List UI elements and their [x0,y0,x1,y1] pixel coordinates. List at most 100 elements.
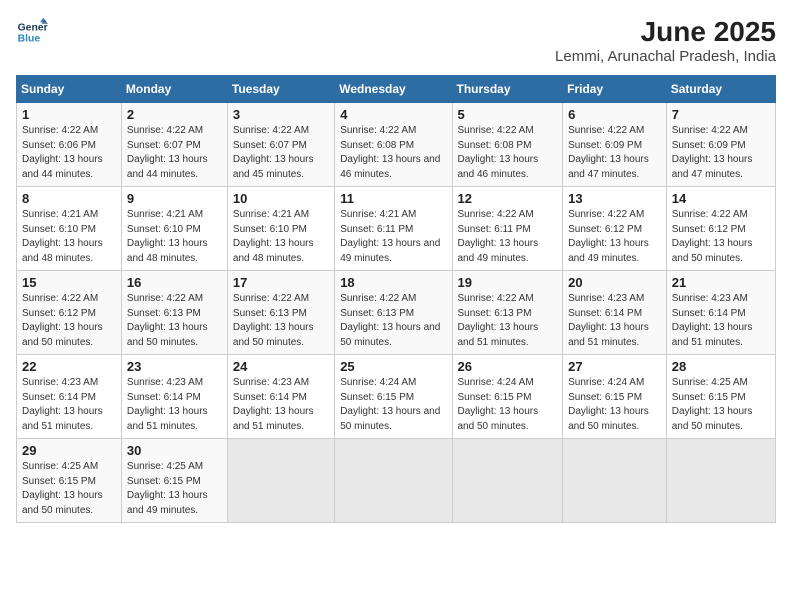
table-row: 18 Sunrise: 4:22 AMSunset: 6:13 PMDaylig… [335,271,452,355]
day-info: Sunrise: 4:22 AMSunset: 6:08 PMDaylight:… [458,125,539,180]
col-saturday: Saturday [666,76,775,103]
day-info: Sunrise: 4:22 AMSunset: 6:13 PMDaylight:… [233,293,314,348]
table-row [335,439,452,523]
day-number: 8 [22,191,116,206]
table-row: 3 Sunrise: 4:22 AMSunset: 6:07 PMDayligh… [227,103,334,187]
day-info: Sunrise: 4:22 AMSunset: 6:13 PMDaylight:… [458,293,539,348]
day-number: 1 [22,107,116,122]
table-row: 6 Sunrise: 4:22 AMSunset: 6:09 PMDayligh… [563,103,667,187]
day-info: Sunrise: 4:22 AMSunset: 6:13 PMDaylight:… [127,293,208,348]
title-area: June 2025 Lemmi, Arunachal Pradesh, Indi… [555,16,776,65]
col-monday: Monday [121,76,227,103]
table-row: 26 Sunrise: 4:24 AMSunset: 6:15 PMDaylig… [452,355,563,439]
day-number: 6 [568,107,661,122]
day-number: 12 [458,191,558,206]
day-number: 22 [22,359,116,374]
page-title: June 2025 [555,16,776,48]
table-row: 22 Sunrise: 4:23 AMSunset: 6:14 PMDaylig… [17,355,122,439]
calendar-week-row: 8 Sunrise: 4:21 AMSunset: 6:10 PMDayligh… [17,187,776,271]
page-header: General Blue June 2025 Lemmi, Arunachal … [16,16,776,65]
svg-text:General: General [18,22,48,33]
day-info: Sunrise: 4:25 AMSunset: 6:15 PMDaylight:… [672,377,753,432]
col-friday: Friday [563,76,667,103]
day-info: Sunrise: 4:25 AMSunset: 6:15 PMDaylight:… [127,461,208,516]
day-number: 19 [458,275,558,290]
day-info: Sunrise: 4:24 AMSunset: 6:15 PMDaylight:… [458,377,539,432]
table-row: 24 Sunrise: 4:23 AMSunset: 6:14 PMDaylig… [227,355,334,439]
day-info: Sunrise: 4:21 AMSunset: 6:10 PMDaylight:… [22,209,103,264]
table-row: 10 Sunrise: 4:21 AMSunset: 6:10 PMDaylig… [227,187,334,271]
day-number: 17 [233,275,329,290]
svg-text:Blue: Blue [18,34,41,45]
day-info: Sunrise: 4:21 AMSunset: 6:10 PMDaylight:… [233,209,314,264]
day-info: Sunrise: 4:24 AMSunset: 6:15 PMDaylight:… [568,377,649,432]
day-info: Sunrise: 4:24 AMSunset: 6:15 PMDaylight:… [340,377,440,432]
day-info: Sunrise: 4:23 AMSunset: 6:14 PMDaylight:… [127,377,208,432]
table-row: 19 Sunrise: 4:22 AMSunset: 6:13 PMDaylig… [452,271,563,355]
calendar-week-row: 15 Sunrise: 4:22 AMSunset: 6:12 PMDaylig… [17,271,776,355]
day-info: Sunrise: 4:23 AMSunset: 6:14 PMDaylight:… [22,377,103,432]
table-row [227,439,334,523]
day-number: 15 [22,275,116,290]
calendar-week-row: 22 Sunrise: 4:23 AMSunset: 6:14 PMDaylig… [17,355,776,439]
day-number: 2 [127,107,222,122]
day-info: Sunrise: 4:23 AMSunset: 6:14 PMDaylight:… [568,293,649,348]
day-info: Sunrise: 4:22 AMSunset: 6:12 PMDaylight:… [672,209,753,264]
day-info: Sunrise: 4:23 AMSunset: 6:14 PMDaylight:… [233,377,314,432]
day-info: Sunrise: 4:22 AMSunset: 6:12 PMDaylight:… [568,209,649,264]
day-number: 25 [340,359,446,374]
table-row: 13 Sunrise: 4:22 AMSunset: 6:12 PMDaylig… [563,187,667,271]
calendar-week-row: 1 Sunrise: 4:22 AMSunset: 6:06 PMDayligh… [17,103,776,187]
day-number: 7 [672,107,770,122]
day-number: 18 [340,275,446,290]
table-row: 20 Sunrise: 4:23 AMSunset: 6:14 PMDaylig… [563,271,667,355]
col-sunday: Sunday [17,76,122,103]
day-info: Sunrise: 4:22 AMSunset: 6:13 PMDaylight:… [340,293,440,348]
day-info: Sunrise: 4:22 AMSunset: 6:11 PMDaylight:… [458,209,539,264]
table-row: 16 Sunrise: 4:22 AMSunset: 6:13 PMDaylig… [121,271,227,355]
day-number: 24 [233,359,329,374]
day-number: 28 [672,359,770,374]
table-row: 8 Sunrise: 4:21 AMSunset: 6:10 PMDayligh… [17,187,122,271]
day-number: 27 [568,359,661,374]
table-row [666,439,775,523]
day-number: 23 [127,359,222,374]
table-row: 1 Sunrise: 4:22 AMSunset: 6:06 PMDayligh… [17,103,122,187]
day-info: Sunrise: 4:22 AMSunset: 6:07 PMDaylight:… [233,125,314,180]
table-row: 21 Sunrise: 4:23 AMSunset: 6:14 PMDaylig… [666,271,775,355]
table-row: 9 Sunrise: 4:21 AMSunset: 6:10 PMDayligh… [121,187,227,271]
table-row: 5 Sunrise: 4:22 AMSunset: 6:08 PMDayligh… [452,103,563,187]
table-row: 14 Sunrise: 4:22 AMSunset: 6:12 PMDaylig… [666,187,775,271]
table-row: 29 Sunrise: 4:25 AMSunset: 6:15 PMDaylig… [17,439,122,523]
day-number: 30 [127,443,222,458]
day-number: 16 [127,275,222,290]
day-info: Sunrise: 4:22 AMSunset: 6:06 PMDaylight:… [22,125,103,180]
day-number: 14 [672,191,770,206]
table-row: 23 Sunrise: 4:23 AMSunset: 6:14 PMDaylig… [121,355,227,439]
day-info: Sunrise: 4:22 AMSunset: 6:09 PMDaylight:… [672,125,753,180]
col-thursday: Thursday [452,76,563,103]
table-row: 11 Sunrise: 4:21 AMSunset: 6:11 PMDaylig… [335,187,452,271]
day-number: 29 [22,443,116,458]
table-row: 4 Sunrise: 4:22 AMSunset: 6:08 PMDayligh… [335,103,452,187]
day-number: 13 [568,191,661,206]
day-info: Sunrise: 4:22 AMSunset: 6:12 PMDaylight:… [22,293,103,348]
day-info: Sunrise: 4:22 AMSunset: 6:09 PMDaylight:… [568,125,649,180]
header-row: Sunday Monday Tuesday Wednesday Thursday… [17,76,776,103]
day-info: Sunrise: 4:21 AMSunset: 6:10 PMDaylight:… [127,209,208,264]
day-number: 5 [458,107,558,122]
calendar-table: Sunday Monday Tuesday Wednesday Thursday… [16,75,776,523]
day-info: Sunrise: 4:25 AMSunset: 6:15 PMDaylight:… [22,461,103,516]
day-number: 3 [233,107,329,122]
day-info: Sunrise: 4:21 AMSunset: 6:11 PMDaylight:… [340,209,440,264]
day-number: 26 [458,359,558,374]
table-row: 12 Sunrise: 4:22 AMSunset: 6:11 PMDaylig… [452,187,563,271]
day-number: 10 [233,191,329,206]
table-row: 17 Sunrise: 4:22 AMSunset: 6:13 PMDaylig… [227,271,334,355]
day-info: Sunrise: 4:22 AMSunset: 6:07 PMDaylight:… [127,125,208,180]
day-number: 4 [340,107,446,122]
table-row: 7 Sunrise: 4:22 AMSunset: 6:09 PMDayligh… [666,103,775,187]
table-row: 25 Sunrise: 4:24 AMSunset: 6:15 PMDaylig… [335,355,452,439]
col-wednesday: Wednesday [335,76,452,103]
logo: General Blue [16,16,48,48]
